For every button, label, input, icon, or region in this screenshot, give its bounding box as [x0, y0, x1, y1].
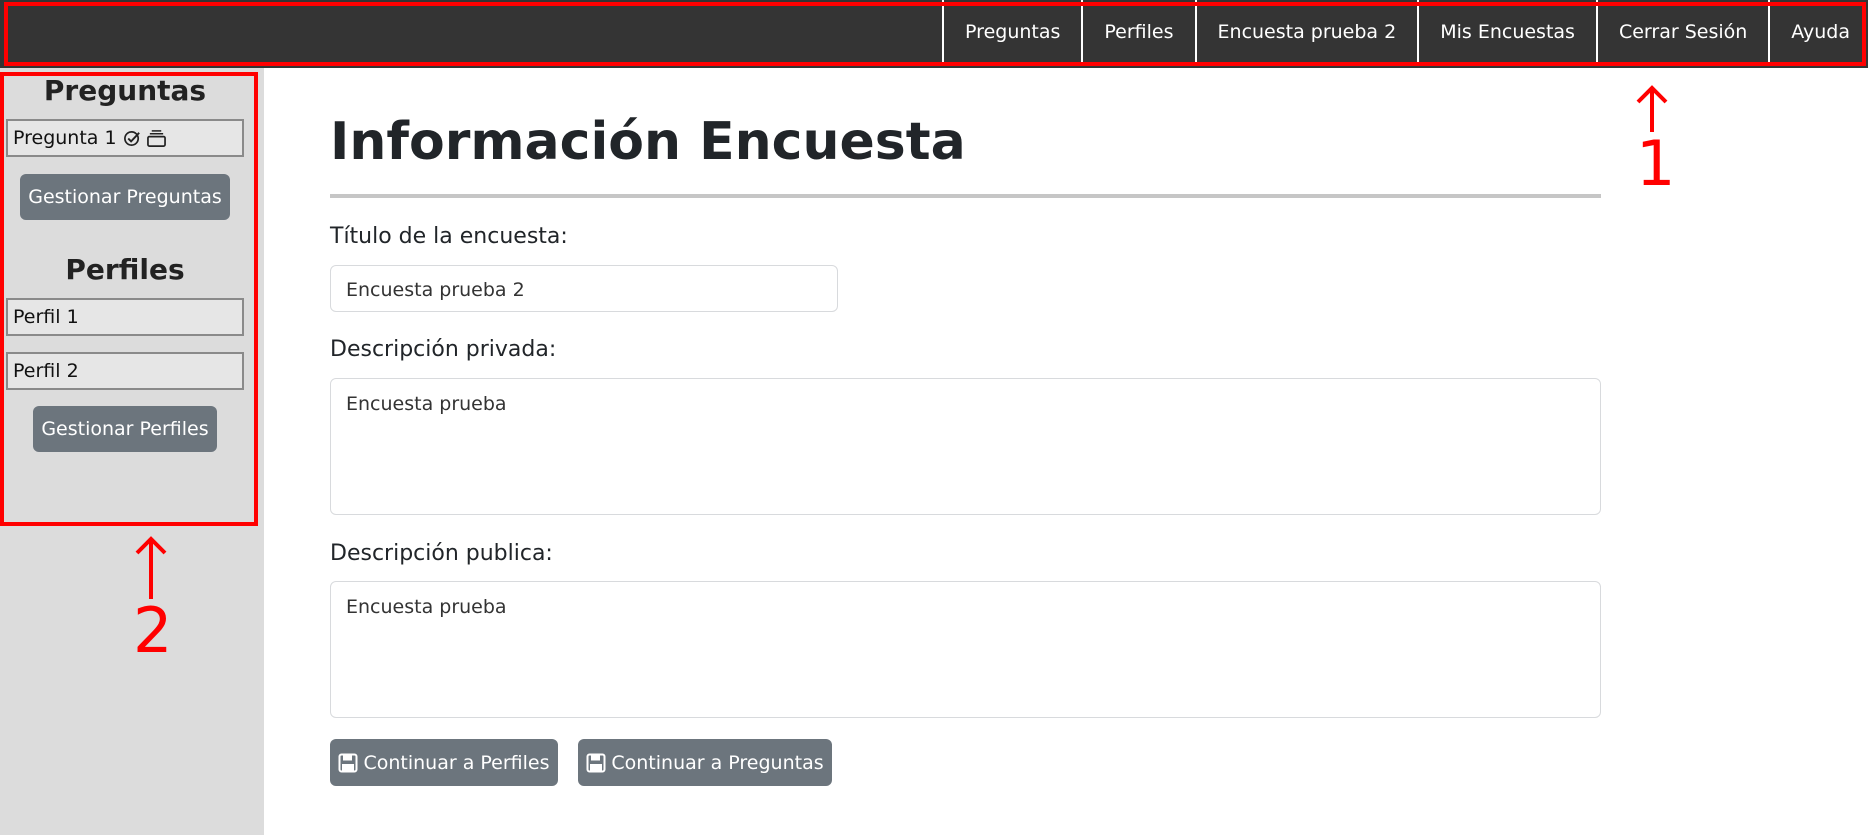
survey-title-input[interactable]: Encuesta prueba 2 [330, 265, 838, 312]
continue-to-profiles-button[interactable]: Continuar a Perfiles [330, 739, 558, 786]
nav-item-preguntas[interactable]: Preguntas [942, 0, 1081, 64]
nav-item-mis-encuestas[interactable]: Mis Encuestas [1417, 0, 1596, 64]
sidebar-question-item[interactable]: Pregunta 1 [6, 119, 244, 157]
manage-profiles-button[interactable]: Gestionar Perfiles [33, 406, 217, 452]
nav-item-ayuda[interactable]: Ayuda [1768, 0, 1868, 64]
sidebar-questions-heading: Preguntas [43, 74, 207, 107]
sidebar-profile-item[interactable]: Perfil 2 [6, 352, 244, 390]
sidebar-profile-item[interactable]: Perfil 1 [6, 298, 244, 336]
survey-title-label: Título de la encuesta: [330, 224, 568, 249]
title-divider [330, 194, 1601, 198]
public-description-textarea[interactable]: Encuesta prueba [330, 581, 1601, 718]
sidebar-profiles-heading: Perfiles [65, 253, 185, 286]
page-title: Información Encuesta [330, 112, 966, 172]
save-icon [338, 753, 358, 772]
continue-to-questions-label: Continuar a Preguntas [611, 751, 824, 774]
sidebar: Preguntas Pregunta 1 Gestionar Preguntas… [0, 68, 264, 835]
annotation-arrow-2 [135, 536, 167, 599]
nav-item-encuesta[interactable]: Encuesta prueba 2 [1194, 0, 1418, 64]
annotation-number-2: 2 [133, 594, 173, 667]
stack-icon [146, 129, 166, 147]
public-description-label: Descripción publica: [330, 541, 553, 566]
private-description-label: Descripción privada: [330, 337, 557, 362]
nav-item-perfiles[interactable]: Perfiles [1081, 0, 1194, 64]
continue-to-questions-button[interactable]: Continuar a Preguntas [578, 739, 832, 786]
top-navbar: Preguntas Perfiles Encuesta prueba 2 Mis… [0, 0, 1868, 68]
nav-item-cerrar-sesion[interactable]: Cerrar Sesión [1595, 0, 1768, 64]
save-icon [586, 753, 606, 772]
continue-to-profiles-label: Continuar a Perfiles [363, 751, 550, 774]
private-description-textarea[interactable]: Encuesta prueba [330, 378, 1601, 515]
check-circle-icon [123, 130, 140, 146]
question-label: Pregunta 1 [13, 127, 117, 149]
annotation-number-1: 1 [1636, 127, 1676, 200]
manage-questions-button[interactable]: Gestionar Preguntas [20, 174, 230, 220]
nav-menu: Preguntas Perfiles Encuesta prueba 2 Mis… [942, 0, 1868, 64]
